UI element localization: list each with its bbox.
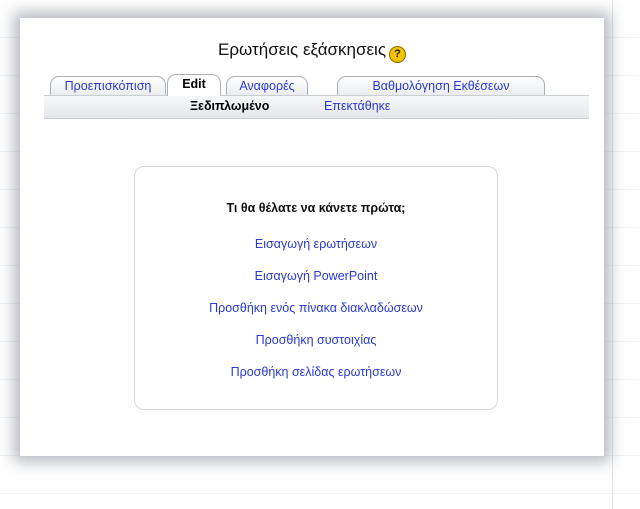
background-divider [612, 0, 613, 509]
import-powerpoint-link[interactable]: Εισαγωγή PowerPoint [135, 269, 497, 283]
page-title-text: Ερωτήσεις εξάσκησεις [217, 40, 387, 59]
import-questions-link[interactable]: Εισαγωγή ερωτήσεων [135, 237, 497, 251]
first-action-panel: Τι θα θέλατε να κάνετε πρώτα; Εισαγωγή ε… [134, 166, 498, 410]
tab-grade-essays[interactable]: Βαθμολόγηση Εκθέσεων [337, 76, 545, 96]
subtab-collapsed[interactable]: Ξεδιπλωμένο [190, 98, 269, 115]
tab-row: Προεπισκόπιση Edit Αναφορές Βαθμολόγηση … [50, 74, 585, 96]
tab-reports[interactable]: Αναφορές [226, 76, 308, 96]
tab-edit[interactable]: Edit [167, 74, 221, 96]
subtab-strip: Ξεδιπλωμένο Επεκτάθηκε [44, 95, 589, 119]
question-help-icon[interactable]: ? [389, 46, 407, 63]
add-cluster-link[interactable]: Προσθήκη συστοιχίας [135, 333, 497, 347]
lesson-edit-window: Ερωτήσεις εξάσκησεις? Προεπισκόπιση Edit… [20, 18, 604, 456]
tab-preview[interactable]: Προεπισκόπιση [50, 76, 166, 96]
subtab-expanded[interactable]: Επεκτάθηκε [324, 98, 391, 115]
add-branch-table-link[interactable]: Προσθήκη ενός πίνακα διακλαδώσεων [135, 301, 497, 315]
panel-prompt: Τι θα θέλατε να κάνετε πρώτα; [226, 201, 406, 215]
page-title: Ερωτήσεις εξάσκησεις? [20, 40, 604, 63]
add-question-page-link[interactable]: Προσθήκη σελίδας ερωτήσεων [135, 365, 497, 379]
